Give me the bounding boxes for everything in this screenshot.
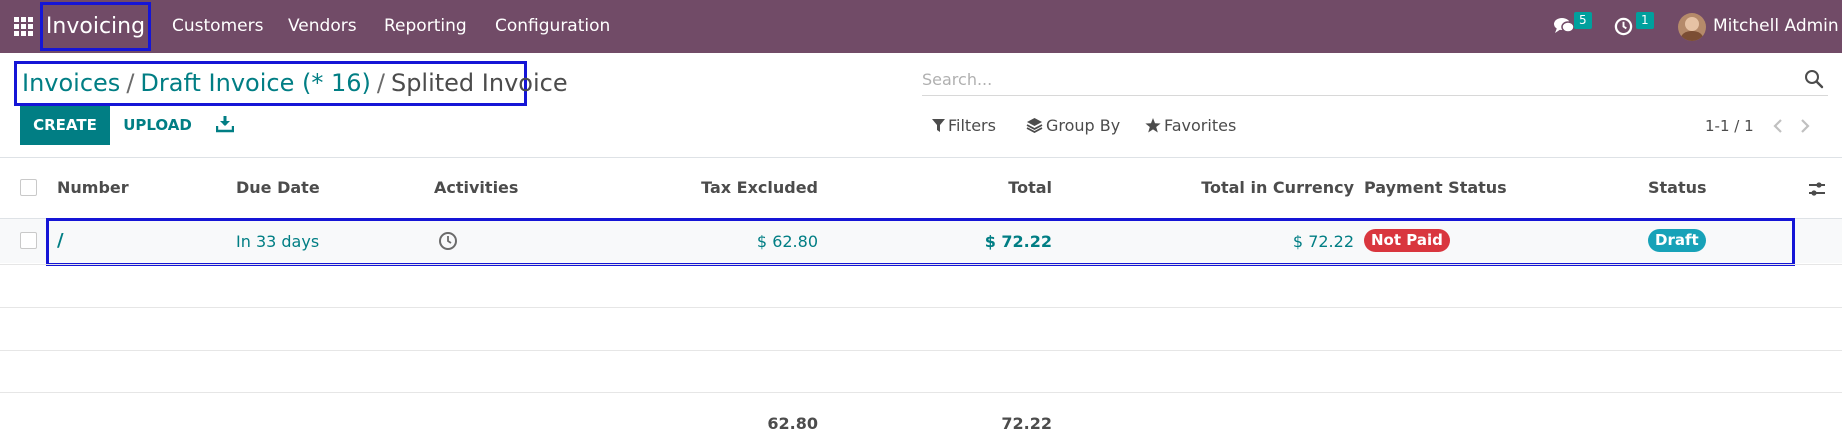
footer-tax-excluded-sum: 62.80 [767, 414, 818, 433]
pager-value[interactable]: 1-1 / 1 [1705, 113, 1754, 139]
upload-button[interactable]: UPLOAD [115, 106, 200, 145]
column-header-payment-status[interactable]: Payment Status [1364, 178, 1507, 197]
messages-button[interactable]: 5 [1553, 0, 1599, 53]
menu-customers[interactable]: Customers [172, 0, 263, 53]
user-name[interactable]: Mitchell Admin [1713, 0, 1839, 53]
row-divider [0, 307, 1842, 308]
column-settings-icon[interactable] [1808, 181, 1826, 197]
row-checkbox[interactable] [20, 232, 37, 249]
messages-count-badge: 5 [1574, 12, 1592, 29]
table-top-border [0, 157, 1842, 158]
chat-icon [1554, 18, 1575, 33]
filters-label: Filters [948, 116, 996, 135]
column-header-number[interactable]: Number [57, 178, 129, 197]
apps-menu-icon[interactable] [14, 17, 33, 36]
row-divider [0, 264, 1842, 265]
breadcrumb: Invoices / Draft Invoice (* 16) / Splited In… [14, 61, 568, 106]
menu-vendors[interactable]: Vendors [288, 0, 357, 53]
favorites-label: Favorites [1164, 116, 1237, 135]
footer-total-sum: 72.22 [1001, 414, 1052, 433]
layers-icon [1026, 118, 1043, 134]
breadcrumb-separator: / [126, 69, 135, 97]
search-icon[interactable] [1804, 69, 1824, 89]
column-header-total-in-currency[interactable]: Total in Currency [1201, 178, 1354, 197]
column-header-due-date[interactable]: Due Date [236, 178, 320, 197]
breadcrumb-separator: / [376, 69, 385, 97]
menu-configuration[interactable]: Configuration [495, 0, 610, 53]
group-by-label: Group By [1046, 116, 1121, 135]
column-header-total[interactable]: Total [1008, 178, 1052, 197]
group-by-button[interactable]: Group By [1026, 113, 1120, 139]
column-header-activities[interactable]: Activities [434, 178, 518, 197]
breadcrumb-draft-invoice[interactable]: Draft Invoice (* 16) [140, 69, 370, 97]
activities-count-badge: 1 [1636, 12, 1654, 29]
select-all-checkbox[interactable] [20, 179, 37, 196]
column-header-tax-excluded[interactable]: Tax Excluded [701, 178, 818, 197]
row-highlight-box [46, 218, 1795, 266]
chevron-left-icon[interactable] [1771, 118, 1785, 134]
search-bar [922, 64, 1828, 96]
filter-icon [932, 119, 945, 132]
menu-reporting[interactable]: Reporting [384, 0, 467, 53]
download-icon[interactable] [216, 115, 234, 133]
favorites-button[interactable]: Favorites [1145, 113, 1236, 139]
star-icon [1145, 118, 1161, 133]
filters-button[interactable]: Filters [932, 113, 996, 139]
breadcrumb-current: Splited Invoice [390, 69, 568, 97]
row-divider [0, 392, 1842, 393]
column-header-status[interactable]: Status [1648, 178, 1707, 197]
create-button[interactable]: CREATE [20, 106, 110, 145]
chevron-right-icon[interactable] [1798, 118, 1812, 134]
search-input[interactable] [922, 64, 1782, 94]
clock-icon [1614, 17, 1633, 36]
app-name[interactable]: Invoicing [40, 2, 151, 51]
breadcrumb-invoices[interactable]: Invoices [22, 69, 120, 97]
user-avatar[interactable] [1678, 13, 1706, 41]
top-navbar: Invoicing Customers Vendors Reporting Co… [0, 0, 1842, 53]
activities-button[interactable]: 1 [1614, 0, 1660, 53]
row-divider [0, 350, 1842, 351]
